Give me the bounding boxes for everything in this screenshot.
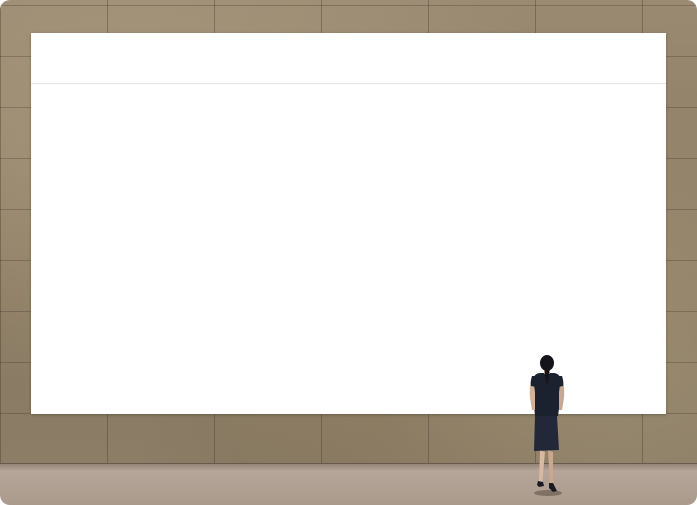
panel-body — [31, 84, 666, 414]
floor-shadow — [0, 463, 697, 471]
blank-panel — [31, 33, 666, 414]
standing-woman-figure — [529, 355, 565, 496]
background-scene — [0, 0, 697, 505]
panel-header — [31, 33, 666, 84]
